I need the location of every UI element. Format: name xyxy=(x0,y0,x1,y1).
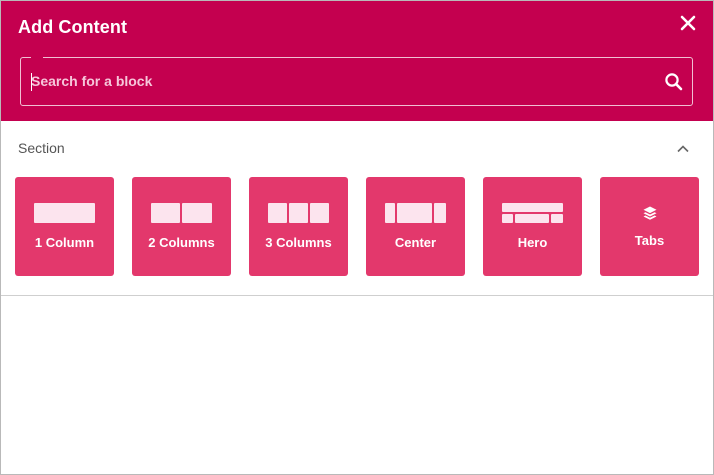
block-tile-center[interactable]: Center xyxy=(366,177,465,276)
search-box-notch xyxy=(31,56,43,59)
section-panel: Section 1 Column 2 Columns 3 Columns Cen… xyxy=(1,121,713,296)
empty-content-area xyxy=(1,296,713,474)
section-heading: Section xyxy=(18,140,65,156)
dialog-title: Add Content xyxy=(18,17,128,37)
hero-icon xyxy=(483,203,582,225)
search-icon[interactable] xyxy=(664,72,684,92)
tile-label: Center xyxy=(394,235,437,250)
block-tile-3-columns[interactable]: 3 Columns xyxy=(249,177,348,276)
tile-label: Tabs xyxy=(634,233,665,248)
search-input[interactable] xyxy=(31,68,651,94)
center-icon xyxy=(366,203,465,223)
block-tile-2-columns[interactable]: 2 Columns xyxy=(132,177,231,276)
block-tile-tabs[interactable]: Tabs xyxy=(600,177,699,276)
block-tile-1-column[interactable]: 1 Column xyxy=(15,177,114,276)
tile-label: 3 Columns xyxy=(265,235,332,250)
three-columns-icon xyxy=(249,203,348,223)
two-columns-icon xyxy=(132,203,231,223)
block-tile-hero[interactable]: Hero xyxy=(483,177,582,276)
one-column-icon xyxy=(15,203,114,223)
chevron-up-icon[interactable] xyxy=(675,141,691,157)
tile-label: 1 Column xyxy=(34,235,95,250)
close-button[interactable] xyxy=(676,11,700,35)
tile-label: Hero xyxy=(517,235,548,250)
layers-icon xyxy=(600,205,699,221)
dialog-header: Add Content xyxy=(1,1,713,121)
add-content-dialog: Add Content Section xyxy=(0,0,714,475)
close-icon xyxy=(680,15,696,31)
search-box xyxy=(20,56,693,106)
text-cursor xyxy=(31,73,32,91)
tile-label: 2 Columns xyxy=(148,235,215,250)
